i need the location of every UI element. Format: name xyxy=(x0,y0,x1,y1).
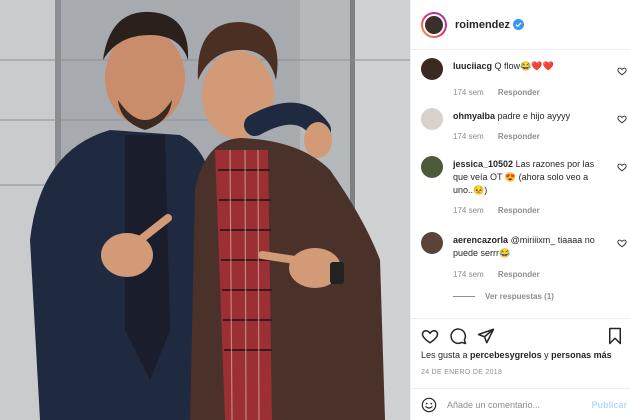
likes-summary: Les gusta a percebesygrelos y personas m… xyxy=(421,350,612,360)
comment-text: ohmyalba padre e hijo ayyyy xyxy=(453,110,603,123)
bookmark-icon[interactable] xyxy=(607,327,623,345)
photo-scene xyxy=(0,0,410,420)
comment-avatar[interactable] xyxy=(421,58,443,80)
comment-avatar[interactable] xyxy=(421,108,443,130)
view-replies-label: Ver respuestas (1) xyxy=(485,292,554,301)
reply-button[interactable]: Responder xyxy=(498,270,540,279)
post-username[interactable]: roimendez xyxy=(455,19,510,31)
comment-time[interactable]: 174 sem xyxy=(453,206,484,215)
comment-meta: 174 sem Responder xyxy=(453,270,552,279)
heart-icon[interactable] xyxy=(617,114,627,124)
heart-icon[interactable] xyxy=(617,238,627,248)
post-date[interactable]: 24 DE ENERO DE 2018 xyxy=(421,369,502,376)
comment-body: Q flow😂❤️❤️ xyxy=(494,61,554,71)
comment-username[interactable]: jessica_10502 xyxy=(453,159,513,169)
post-photo[interactable] xyxy=(0,0,410,420)
heart-icon[interactable] xyxy=(421,327,439,345)
comment-icon[interactable] xyxy=(449,327,467,345)
heart-icon[interactable] xyxy=(617,162,627,172)
heart-icon[interactable] xyxy=(617,66,627,76)
comments-list[interactable]: luuciiacg Q flow😂❤️❤️ 174 sem Responder … xyxy=(411,52,630,314)
comment-username[interactable]: ohmyalba xyxy=(453,111,495,121)
comment-meta: 174 sem Responder xyxy=(453,132,552,141)
comment-body: padre e hijo ayyyy xyxy=(497,111,571,121)
comment-username[interactable]: aerencazorla xyxy=(453,235,508,245)
post-actions xyxy=(411,318,630,352)
comment-input[interactable] xyxy=(447,399,587,410)
view-replies-divider xyxy=(453,296,475,297)
reply-button[interactable]: Responder xyxy=(498,206,540,215)
comment-text: aerencazorla @miriiixm_ tiaaaa no puede … xyxy=(453,234,603,260)
avatar[interactable] xyxy=(423,13,445,36)
profile-avatar-ring[interactable] xyxy=(421,11,447,38)
comment-avatar[interactable] xyxy=(421,156,443,178)
likes-user[interactable]: percebesygrelos xyxy=(470,350,542,360)
add-comment-bar: Publicar xyxy=(411,388,630,420)
post-sidebar: roimendez luuciiacg Q flow😂❤️❤️ 174 sem … xyxy=(410,0,630,420)
post-header: roimendez xyxy=(411,0,630,50)
comment-text: luuciiacg Q flow😂❤️❤️ xyxy=(453,60,603,73)
comment-avatar[interactable] xyxy=(421,232,443,254)
reply-button[interactable]: Responder xyxy=(498,132,540,141)
comment-time[interactable]: 174 sem xyxy=(453,88,484,97)
comment-time[interactable]: 174 sem xyxy=(453,132,484,141)
comment-time[interactable]: 174 sem xyxy=(453,270,484,279)
publish-button[interactable]: Publicar xyxy=(591,400,627,410)
verified-icon xyxy=(513,19,525,30)
comment-meta: 174 sem Responder xyxy=(453,88,552,97)
reply-button[interactable]: Responder xyxy=(498,88,540,97)
comment-text: jessica_10502 Las razones por las que ve… xyxy=(453,158,603,197)
share-icon[interactable] xyxy=(477,327,495,345)
likes-connector: y xyxy=(541,350,552,360)
comment-meta: 174 sem Responder xyxy=(453,206,552,215)
likes-prefix: Les gusta a xyxy=(421,350,471,360)
smile-icon[interactable] xyxy=(421,397,437,413)
comment-username[interactable]: luuciiacg xyxy=(453,61,492,71)
likes-more[interactable]: personas más xyxy=(551,350,612,360)
view-replies-button[interactable]: Ver respuestas (1) xyxy=(453,292,554,301)
